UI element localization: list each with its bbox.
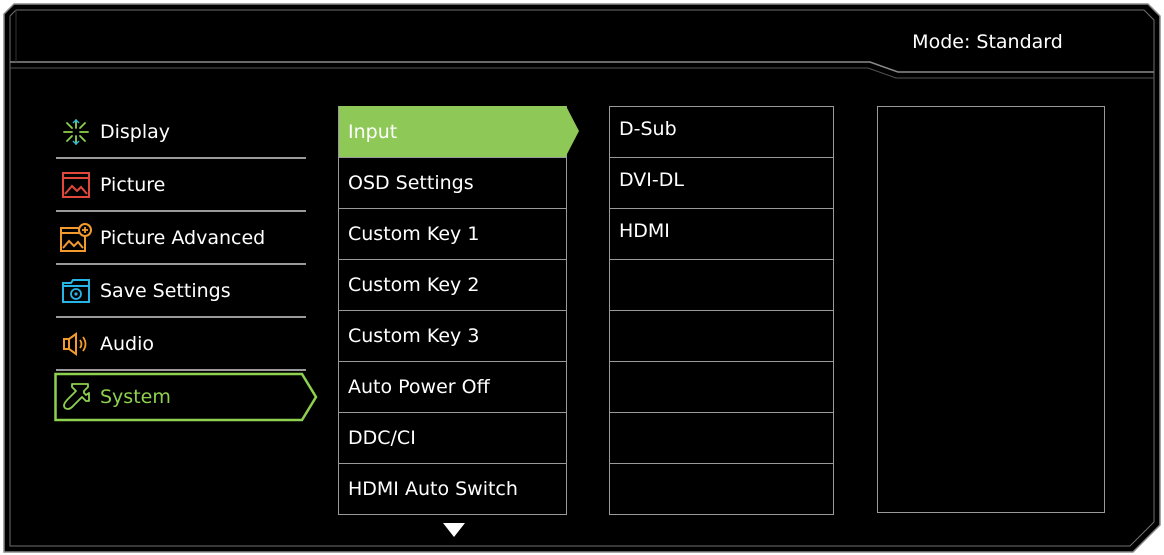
input-option-hdmi[interactable]: HDMI [610,208,833,259]
submenu-item-label: Custom Key 2 [348,274,480,296]
submenu-item-auto-power-off[interactable]: Auto Power Off [339,361,566,412]
input-option-label: D-Sub [619,118,677,140]
wrench-icon [56,377,96,417]
menu-item-label: System [100,386,171,408]
menu-item-label: Picture [100,173,166,196]
picture-icon [56,165,96,205]
menu-item-display[interactable]: Display [54,106,306,157]
display-icon [56,112,96,152]
input-option-empty [610,412,833,463]
info-panel [877,106,1105,513]
menu-item-label: Save Settings [100,279,231,302]
active-arrow-icon [566,106,579,156]
input-options-list: D-Sub DVI-DL HDMI [609,106,834,515]
audio-icon [56,324,96,364]
input-option-empty [610,259,833,310]
submenu-item-label: Auto Power Off [348,376,490,398]
submenu-item-label: OSD Settings [348,172,474,194]
input-option-label: HDMI [619,220,670,242]
menu-item-system[interactable]: System [54,371,318,423]
menu-item-label: Picture Advanced [100,226,266,249]
submenu-item-input[interactable]: Input [339,106,579,157]
system-submenu: Input OSD Settings Custom Key 1 Custom K… [338,106,579,515]
picture-advanced-icon [56,218,96,258]
input-option-label: DVI-DL [619,169,684,191]
scroll-down-arrow-icon[interactable] [443,523,465,537]
submenu-item-label: DDC/CI [348,427,416,449]
menu-item-picture[interactable]: Picture [54,159,306,210]
submenu-item-ddc-ci[interactable]: DDC/CI [339,412,566,463]
input-option-empty [610,361,833,412]
save-settings-icon [56,271,96,311]
menu-item-label: Display [100,120,171,143]
menu-item-save-settings[interactable]: Save Settings [54,265,306,316]
mode-indicator: Mode: Standard [912,31,1063,53]
input-option-empty [610,310,833,361]
submenu-item-custom-key-2[interactable]: Custom Key 2 [339,259,566,310]
submenu-item-custom-key-1[interactable]: Custom Key 1 [339,208,566,259]
menu-item-label: Audio [100,332,155,355]
submenu-item-label: Custom Key 3 [348,325,480,347]
input-option-empty [610,463,833,514]
main-menu: Display Picture Picture Advanced Save Se… [54,106,318,423]
submenu-item-label: Custom Key 1 [348,223,480,245]
submenu-item-osd-settings[interactable]: OSD Settings [339,157,566,208]
submenu-item-hdmi-auto-switch[interactable]: HDMI Auto Switch [339,463,566,514]
submenu-item-label: Input [348,120,398,143]
menu-item-audio[interactable]: Audio [54,318,306,369]
input-option-dvi-dl[interactable]: DVI-DL [610,157,833,208]
menu-item-picture-advanced[interactable]: Picture Advanced [54,212,306,263]
submenu-item-label: HDMI Auto Switch [348,478,518,500]
input-option-d-sub[interactable]: D-Sub [610,106,833,157]
submenu-item-custom-key-3[interactable]: Custom Key 3 [339,310,566,361]
